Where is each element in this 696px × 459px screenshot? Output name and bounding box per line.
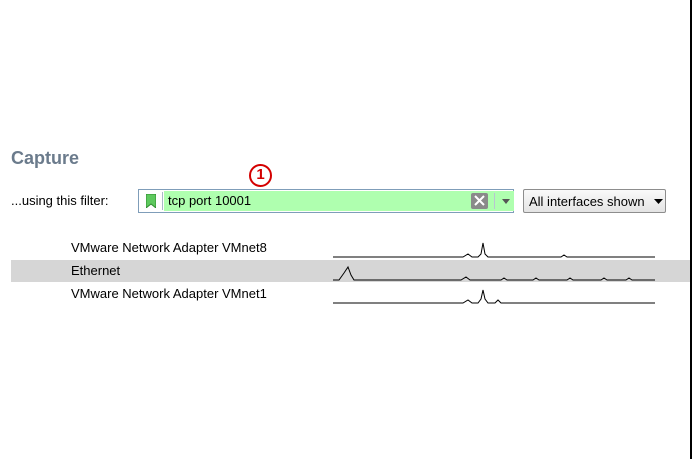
traffic-sparkline: [333, 289, 655, 304]
chevron-down-icon: [654, 199, 663, 204]
capture-section-title: Capture: [11, 148, 80, 168]
interface-row[interactable]: VMware Network Adapter VMnet1: [11, 283, 690, 305]
interfaces-shown-label: All interfaces shown: [529, 194, 645, 209]
window-border: [690, 0, 692, 459]
annotation-callout: 1: [248, 163, 273, 188]
capture-filter-input[interactable]: tcp port 10001: [164, 191, 514, 211]
traffic-sparkline: [333, 265, 655, 281]
capture-filter-label: ...using this filter:: [11, 193, 109, 208]
clear-filter-icon[interactable]: [471, 193, 488, 209]
chevron-down-icon[interactable]: [499, 191, 513, 211]
interfaces-shown-dropdown[interactable]: All interfaces shown: [523, 189, 666, 213]
capture-filter-text: tcp port 10001: [168, 193, 252, 208]
filter-separator: [494, 193, 495, 209]
bookmark-icon[interactable]: [141, 192, 163, 210]
capture-filter-box[interactable]: tcp port 10001: [138, 189, 514, 213]
traffic-sparkline: [333, 242, 655, 258]
interface-row-selected[interactable]: Ethernet: [11, 260, 690, 282]
callout-number: 1: [256, 166, 265, 183]
interface-row[interactable]: VMware Network Adapter VMnet8: [11, 237, 690, 259]
